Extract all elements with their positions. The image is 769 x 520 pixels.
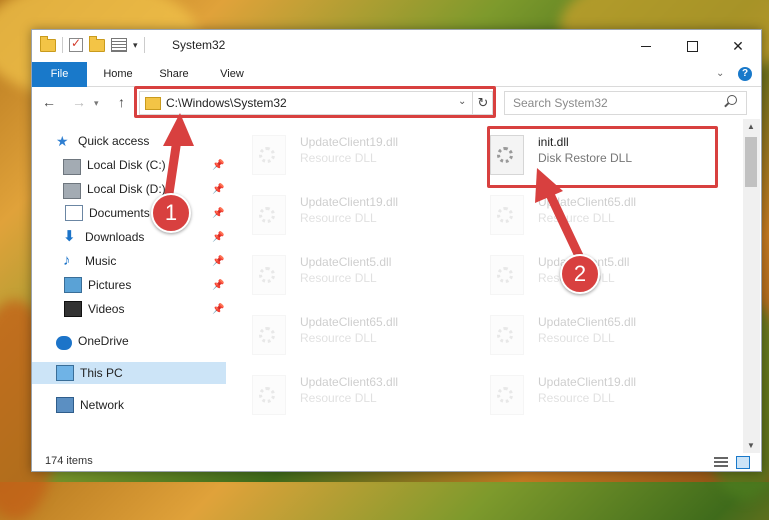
annotation-arrows (163, 113, 585, 263)
step-2-badge: 2 (560, 254, 600, 294)
arrow-2-shaft (542, 183, 585, 263)
arrow-1-head (163, 113, 194, 146)
step-1-badge: 1 (151, 193, 191, 233)
